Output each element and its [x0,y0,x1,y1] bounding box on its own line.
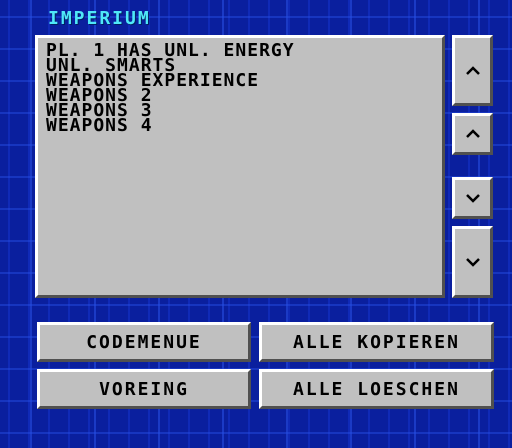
chevron-up-icon [465,65,480,76]
chevron-down-icon [465,193,480,203]
scroll-down-button[interactable] [452,177,493,219]
voreing-button[interactable]: VOREING [37,369,251,409]
scroll-bottom-button[interactable] [452,226,493,298]
chevron-down-icon [465,257,480,267]
list-item[interactable]: WEAPONS 4 [46,117,442,135]
delete-all-button[interactable]: ALLE LOESCHEN [259,369,494,409]
scroll-top-button[interactable] [452,35,493,106]
chevron-up-icon [465,129,480,139]
window-title: IMPERIUM [48,8,151,29]
copy-all-button[interactable]: ALLE KOPIEREN [259,322,494,362]
scroll-up-button[interactable] [452,113,493,155]
cheat-list[interactable]: PL. 1 HAS UNL. ENERGY UNL. SMARTS WEAPON… [35,35,445,298]
codemenue-button[interactable]: CODEMENUE [37,322,251,362]
